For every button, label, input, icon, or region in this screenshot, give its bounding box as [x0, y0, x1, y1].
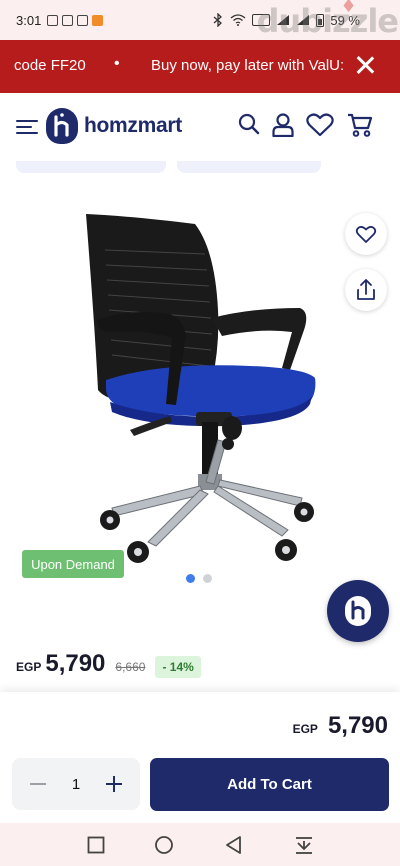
promo-valu-text: Buy now, pay later with ValU:	[151, 57, 345, 74]
share-icon	[357, 279, 375, 300]
carousel-pagination	[186, 574, 212, 583]
category-chip[interactable]	[177, 161, 321, 173]
promo-separator: •	[114, 55, 120, 72]
wishlist-button[interactable]	[345, 213, 387, 255]
home-icon[interactable]	[154, 835, 174, 855]
quantity-value[interactable]: 1	[56, 766, 96, 802]
logo-icon	[345, 596, 371, 626]
carousel-dot[interactable]	[203, 574, 212, 583]
notification-icon	[77, 14, 89, 26]
availability-badge: Upon Demand	[22, 550, 124, 578]
homzmart-chat-button[interactable]	[327, 580, 389, 642]
office-chair-image	[86, 214, 316, 563]
recent-apps-icon[interactable]	[86, 835, 106, 855]
carousel-dot-active[interactable]	[186, 574, 195, 583]
increase-quantity-button[interactable]	[96, 766, 132, 802]
search-icon[interactable]	[238, 113, 260, 135]
back-icon[interactable]	[224, 835, 244, 855]
price-currency: EGP	[16, 660, 42, 674]
notification-icon	[47, 14, 59, 26]
sticky-price: EGP 5,790	[293, 712, 388, 740]
logo-glyph	[54, 113, 69, 137]
wifi-icon	[230, 14, 246, 26]
watermark-text: dubizzle	[256, 2, 399, 40]
app-notification-icon	[92, 14, 104, 26]
flame-icon: ♦	[340, 0, 357, 17]
promo-code-text: code FF20	[14, 57, 86, 74]
user-icon[interactable]	[272, 113, 294, 137]
site-header: homzmart	[0, 93, 400, 161]
promo-banner: code FF20 • Buy now, pay later with ValU…	[0, 40, 400, 93]
sticky-price-value: 5,790	[327, 712, 388, 739]
current-price: 5,790	[45, 650, 106, 677]
product-image-carousel[interactable]	[0, 190, 400, 590]
cart-icon[interactable]	[347, 113, 373, 137]
screen: 3:01 59 % dubizzle ♦ code FF20 • Buy now,…	[0, 0, 400, 866]
system-nav-bar	[0, 823, 400, 866]
heart-icon	[355, 226, 377, 243]
notification-drawer-icon[interactable]	[294, 835, 314, 855]
menu-icon[interactable]	[16, 120, 38, 135]
status-bar: 3:01 59 % dubizzle ♦	[0, 0, 400, 40]
notification-icon	[62, 14, 74, 26]
logo-text[interactable]: homzmart	[84, 114, 182, 138]
discount-badge: - 14%	[155, 656, 201, 678]
heart-icon[interactable]	[306, 113, 334, 137]
logo-icon[interactable]	[46, 108, 78, 144]
add-to-cart-button[interactable]: Add To Cart	[150, 758, 389, 811]
quantity-stepper: 1	[12, 758, 140, 810]
category-chip[interactable]	[16, 161, 166, 173]
product-price-row: EGP 5,790 6,660 - 14%	[16, 650, 201, 680]
status-time: 3:01	[16, 12, 42, 28]
notification-icons	[47, 14, 104, 26]
share-button[interactable]	[345, 269, 387, 311]
sticky-price-currency: EGP	[292, 722, 318, 736]
decrease-quantity-button[interactable]	[20, 766, 56, 802]
sticky-purchase-bar: EGP 5,790 1 Add To Cart	[0, 692, 400, 823]
bluetooth-icon	[213, 13, 223, 27]
close-icon[interactable]	[354, 54, 376, 76]
dubizzle-watermark: dubizzle ♦	[256, 0, 399, 40]
old-price: 6,660	[115, 660, 146, 674]
